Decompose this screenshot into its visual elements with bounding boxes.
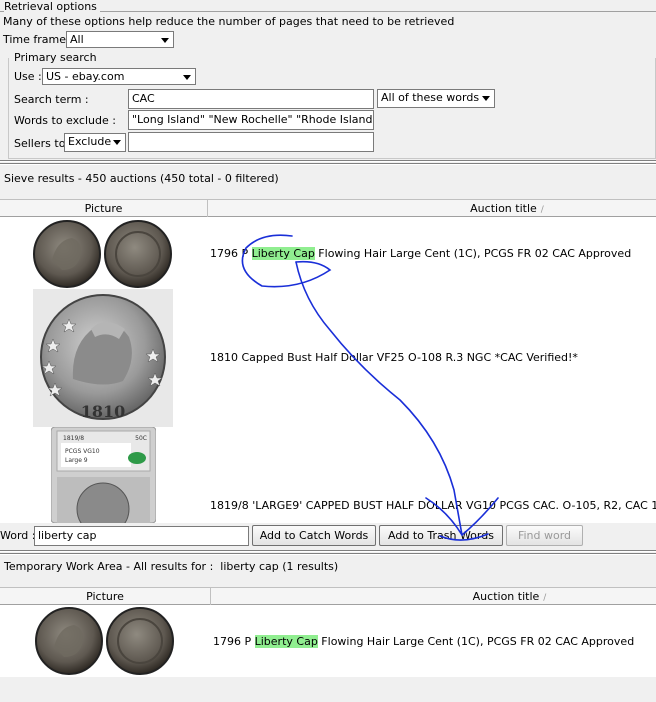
coin-date: 1810: [81, 402, 126, 421]
chevron-down-icon: [161, 38, 169, 43]
sort-icon: /: [543, 593, 547, 603]
match-mode-select[interactable]: All of these words: [377, 89, 495, 108]
splitter[interactable]: [0, 160, 656, 162]
exclude-words-input[interactable]: "Long Island" "New Rochelle" "Rhode Isla…: [128, 110, 374, 130]
highlighted-match: Liberty Cap: [251, 247, 315, 260]
column-auction-title[interactable]: Auction title /: [211, 588, 656, 605]
sieve-results-list[interactable]: 1796 P Liberty Cap Flowing Hair Large Ce…: [0, 217, 656, 523]
search-term-input[interactable]: CAC: [128, 89, 374, 109]
title-text: 1819/8 'LARGE9' CAPPED BUST HALF DOLLAR …: [210, 499, 656, 512]
word-label: Word :: [0, 529, 36, 542]
retrieval-options-title: Retrieval options: [4, 0, 100, 13]
timeframe-value: All: [70, 33, 84, 46]
use-label: Use :: [14, 70, 42, 83]
table-row[interactable]: 1796 P Liberty Cap Flowing Hair Large Ce…: [0, 605, 656, 677]
search-term-label: Search term :: [14, 93, 89, 106]
sellers-label: Sellers to: [14, 137, 66, 150]
column-title-label: Auction title: [472, 590, 540, 603]
coin-image: [34, 607, 176, 675]
column-picture[interactable]: Picture: [0, 588, 211, 605]
coin-image: 1810: [33, 289, 173, 427]
use-site-value: US - ebay.com: [46, 70, 125, 83]
work-table-header: Picture Auction title /: [0, 587, 656, 605]
coin-slab-image: 1819/8 50C PCGS VG10 Large 9: [50, 426, 157, 523]
catch-button-label: Add to Catch Words: [259, 529, 369, 542]
title-text-rest: Flowing Hair Large Cent (1C), PCGS FR 02…: [317, 635, 635, 648]
column-picture[interactable]: Picture: [0, 200, 208, 217]
timeframe-select[interactable]: All: [66, 31, 174, 48]
column-picture-label: Picture: [84, 202, 123, 215]
word-input[interactable]: liberty cap: [34, 526, 249, 546]
work-area-prefix: Temporary Work Area - All results for :: [4, 560, 214, 573]
title-text: 1796 P: [210, 247, 252, 260]
auction-title[interactable]: 1819/8 'LARGE9' CAPPED BUST HALF DOLLAR …: [210, 499, 656, 512]
exclude-words-value: "Long Island" "New Rochelle" "Rhode Isla…: [132, 113, 374, 126]
title-text: 1810 Capped Bust Half Dollar VF25 O-108 …: [210, 351, 578, 364]
sellers-mode-select[interactable]: Exclude: [64, 133, 126, 152]
sieve-status: Sieve results - 450 auctions (450 total …: [4, 172, 279, 185]
add-to-catch-words-button[interactable]: Add to Catch Words: [252, 525, 376, 546]
title-text: 1796 P: [213, 635, 255, 648]
splitter-line: [0, 163, 656, 165]
word-input-value: liberty cap: [38, 529, 97, 542]
work-results-list[interactable]: 1796 P Liberty Cap Flowing Hair Large Ce…: [0, 605, 656, 677]
table-row[interactable]: 1796 P Liberty Cap Flowing Hair Large Ce…: [0, 217, 656, 289]
column-title-label: Auction title: [470, 202, 537, 215]
svg-text:1819/8: 1819/8: [63, 435, 84, 442]
splitter[interactable]: [0, 550, 656, 552]
chevron-down-icon: [482, 96, 490, 101]
sellers-input[interactable]: [128, 132, 374, 152]
splitter-line: [0, 553, 656, 555]
sort-icon: /: [540, 205, 544, 215]
sieve-table-header: Picture Auction title /: [0, 199, 656, 217]
find-word-button[interactable]: Find word: [506, 525, 583, 546]
highlighted-match: Liberty Cap: [254, 635, 318, 648]
chevron-down-icon: [113, 140, 121, 145]
column-auction-title[interactable]: Auction title /: [208, 200, 656, 217]
coin-image: [32, 220, 174, 288]
retrieval-hint: Many of these options help reduce the nu…: [3, 15, 455, 28]
find-button-label: Find word: [517, 529, 572, 542]
auction-title[interactable]: 1796 P Liberty Cap Flowing Hair Large Ce…: [210, 247, 631, 260]
trash-button-label: Add to Trash Words: [388, 529, 494, 542]
timeframe-label: Time frame :: [3, 33, 74, 46]
slab-variety: Large 9: [65, 457, 88, 464]
slab-grade: PCGS VG10: [65, 448, 100, 455]
work-area-status: Temporary Work Area - All results for : …: [4, 560, 338, 573]
use-site-select[interactable]: US - ebay.com: [42, 68, 196, 85]
title-text-rest: Flowing Hair Large Cent (1C), PCGS FR 02…: [314, 247, 632, 260]
match-mode-value: All of these words: [381, 91, 480, 104]
table-row[interactable]: 1819/8 50C PCGS VG10 Large 9 1819/8 'LAR…: [0, 426, 656, 523]
primary-search-title: Primary search: [12, 51, 99, 64]
table-row[interactable]: 1810 1810 Capped Bust Half Dollar VF25 O…: [0, 289, 656, 427]
search-term-value: CAC: [132, 92, 155, 105]
chevron-down-icon: [183, 75, 191, 80]
slab-denomination: 50C: [135, 435, 147, 442]
auction-title[interactable]: 1810 Capped Bust Half Dollar VF25 O-108 …: [210, 351, 578, 364]
auction-title[interactable]: 1796 P Liberty Cap Flowing Hair Large Ce…: [213, 635, 634, 648]
add-to-trash-words-button[interactable]: Add to Trash Words: [379, 525, 503, 546]
work-area-query: liberty cap (1 results): [220, 560, 339, 573]
column-picture-label: Picture: [86, 590, 124, 603]
exclude-label: Words to exclude :: [14, 114, 116, 127]
sellers-mode-value: Exclude: [68, 135, 112, 148]
